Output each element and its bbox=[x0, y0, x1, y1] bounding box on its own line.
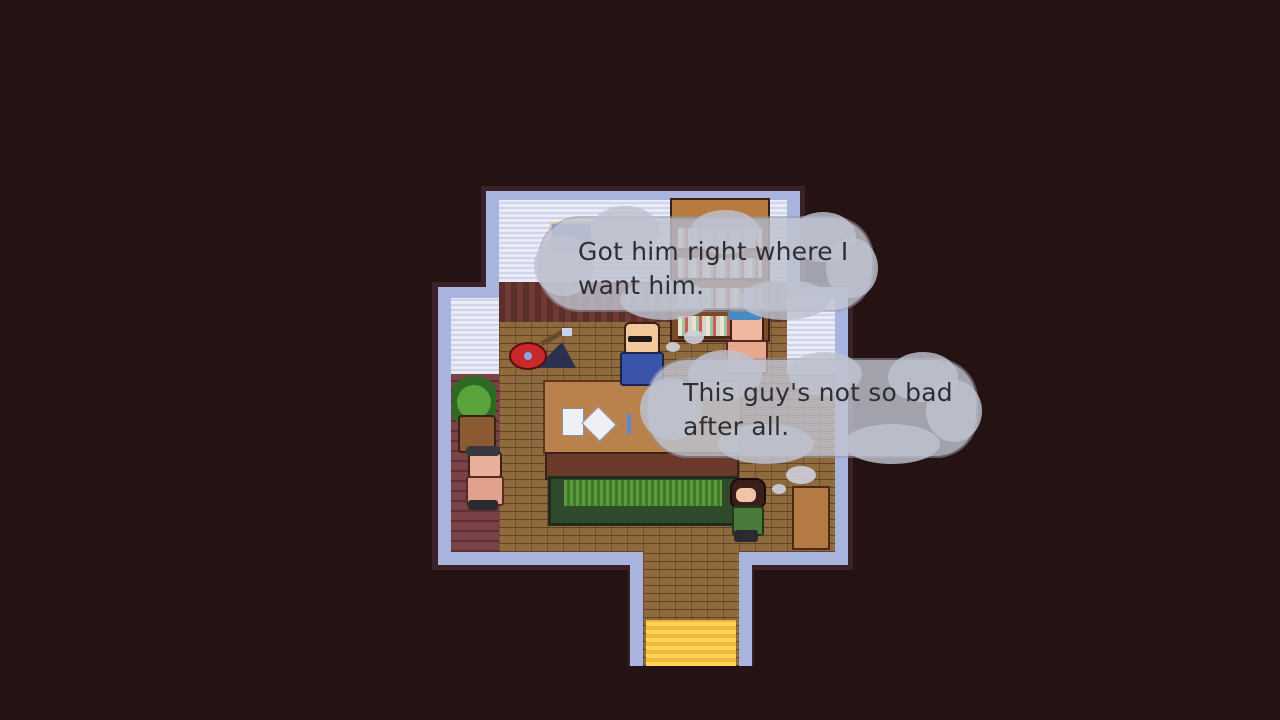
speech-line: This guy's not so bad bbox=[683, 378, 953, 407]
hat-man[interactable] bbox=[462, 446, 504, 512]
speech-bubble-text: This guy's not so bad after all. bbox=[683, 376, 953, 444]
game-scene: Got him right where I want him. This guy… bbox=[0, 0, 1280, 720]
rug-pattern bbox=[564, 480, 722, 506]
guitar-icon bbox=[509, 328, 576, 370]
left-wall bbox=[451, 298, 499, 374]
bubble-tail-dot bbox=[666, 342, 680, 352]
bubble-tail-dot bbox=[684, 330, 704, 344]
speech-line: after all. bbox=[683, 412, 790, 441]
speech-line: want him. bbox=[578, 271, 705, 300]
bubble-tail-dot bbox=[772, 484, 786, 494]
bubble-tail-dot bbox=[786, 466, 816, 484]
pen-icon bbox=[627, 414, 631, 434]
chair-icon bbox=[792, 486, 830, 550]
player-girl[interactable] bbox=[726, 478, 766, 544]
speech-bubble-text: Got him right where I want him. bbox=[578, 235, 849, 303]
doorway-light bbox=[646, 620, 736, 666]
speech-line: Got him right where I bbox=[578, 237, 849, 266]
